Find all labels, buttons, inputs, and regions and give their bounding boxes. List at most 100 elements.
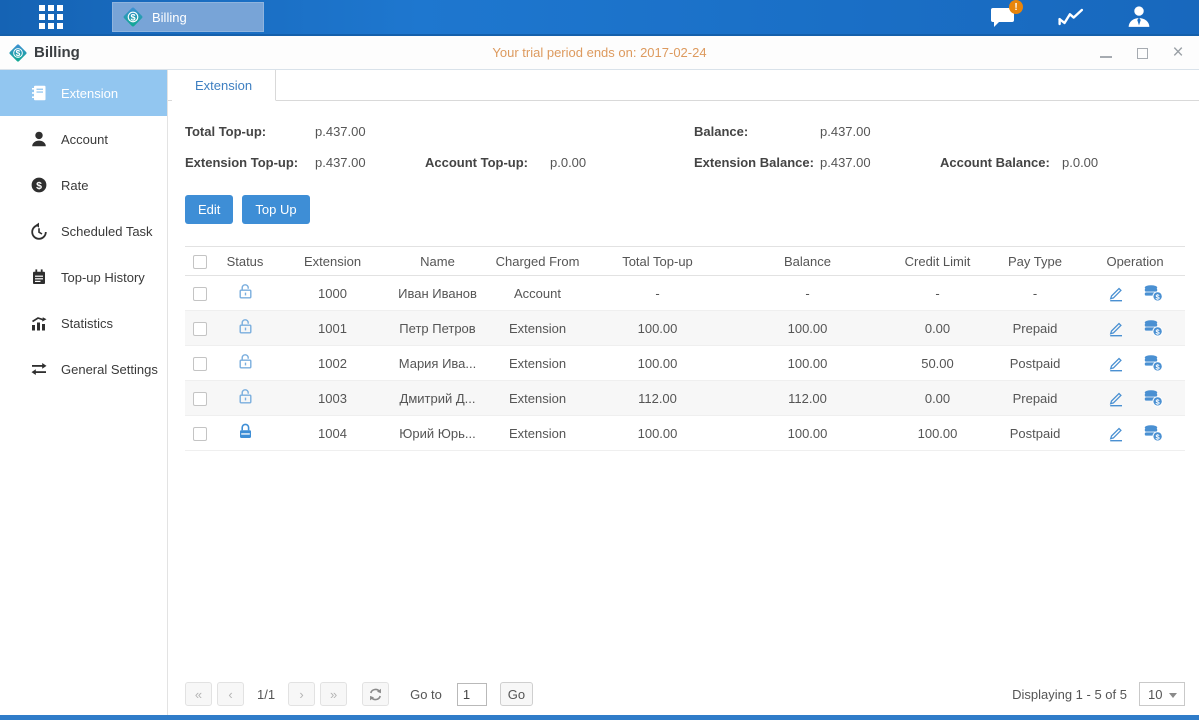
minimize-icon — [1100, 56, 1112, 58]
edit-pencil-icon[interactable] — [1107, 285, 1125, 302]
edit-pencil-icon[interactable] — [1107, 320, 1125, 337]
settings-sliders-icon — [30, 360, 48, 378]
last-page-button[interactable]: » — [320, 682, 347, 706]
next-page-button[interactable]: › — [288, 682, 315, 706]
edit-pencil-icon[interactable] — [1107, 390, 1125, 407]
sidebar-item-general-settings[interactable]: General Settings — [0, 346, 167, 392]
top-up-coins-icon[interactable]: $ — [1143, 354, 1163, 372]
taskbar-tab-billing[interactable]: $ Billing — [112, 2, 264, 32]
row-checkbox[interactable] — [193, 357, 207, 371]
cell-credit-limit: 100.00 — [890, 416, 985, 451]
top-up-coins-icon[interactable]: $ — [1143, 319, 1163, 337]
top-up-button[interactable]: Top Up — [242, 195, 309, 224]
trial-notice: Your trial period ends on: 2017-02-24 — [0, 45, 1199, 60]
sidebar-item-label: Statistics — [61, 316, 113, 331]
col-extension: Extension — [275, 247, 390, 276]
minimize-button[interactable] — [1099, 46, 1113, 60]
sidebar-item-account[interactable]: Account — [0, 116, 167, 162]
row-checkbox[interactable] — [193, 322, 207, 336]
cell-extension: 1001 — [275, 311, 390, 346]
cell-name: Иван Иванов — [390, 276, 485, 311]
sidebar-item-topup-history[interactable]: Top-up History — [0, 254, 167, 300]
lock-status-icon — [237, 318, 254, 335]
billing-app-window: $ Billing ! — [0, 0, 1199, 720]
cell-credit-limit: - — [890, 276, 985, 311]
page-size-select[interactable]: 10 — [1139, 682, 1185, 706]
taskbar-tab-label: Billing — [152, 10, 187, 25]
sidebar-item-rate[interactable]: $ Rate — [0, 162, 167, 208]
table-row: 1002 Мария Ива... Extension 100.00 100.0… — [185, 346, 1185, 381]
window-bottom-border — [0, 715, 1199, 720]
cell-pay-type: Postpaid — [985, 416, 1085, 451]
table-row: 1000 Иван Иванов Account - - - - $ — [185, 276, 1185, 311]
row-checkbox[interactable] — [193, 392, 207, 406]
total-topup-value: p.437.00 — [315, 124, 366, 139]
goto-page-input[interactable] — [457, 683, 487, 706]
chevron-down-icon — [1169, 693, 1177, 698]
window-app-title: $ Billing — [8, 43, 80, 63]
top-up-coins-icon[interactable]: $ — [1143, 389, 1163, 407]
sidebar-item-scheduled-task[interactable]: Scheduled Task — [0, 208, 167, 254]
select-all-checkbox[interactable] — [193, 255, 207, 269]
window-controls: × — [1099, 36, 1185, 70]
page-indicator: 1/1 — [257, 687, 275, 702]
edit-button[interactable]: Edit — [185, 195, 233, 224]
sidebar-item-statistics[interactable]: Statistics — [0, 300, 167, 346]
col-total-topup: Total Top-up — [590, 247, 725, 276]
billing-diamond-icon: $ — [8, 43, 28, 63]
close-icon: × — [1172, 46, 1183, 60]
maximize-button[interactable] — [1135, 46, 1149, 60]
cell-credit-limit: 0.00 — [890, 311, 985, 346]
notifications-chat-icon[interactable]: ! — [989, 4, 1017, 30]
top-up-coins-icon[interactable]: $ — [1143, 424, 1163, 442]
monitor-chart-icon[interactable] — [1057, 4, 1085, 30]
account-topup-value: p.0.00 — [550, 155, 586, 170]
top-up-coins-icon[interactable]: $ — [1143, 284, 1163, 302]
cell-charged-from: Extension — [485, 416, 590, 451]
refresh-button[interactable] — [362, 682, 389, 706]
cell-balance: 100.00 — [725, 346, 890, 381]
svg-text:$: $ — [130, 12, 135, 22]
billing-summary: Total Top-up: p.437.00 Extension Top-up:… — [185, 116, 1185, 178]
window-title: Billing — [34, 44, 80, 61]
lock-status-icon — [237, 283, 254, 300]
sidebar-item-label: Top-up History — [61, 270, 145, 285]
tab-extension[interactable]: Extension — [172, 70, 276, 101]
sidebar-item-extension[interactable]: Extension — [0, 70, 167, 116]
app-grid-icon[interactable] — [36, 3, 66, 31]
balance-value: p.437.00 — [820, 124, 871, 139]
row-checkbox[interactable] — [193, 287, 207, 301]
first-page-button[interactable]: « — [185, 682, 212, 706]
balance-label: Balance: — [694, 124, 820, 139]
dollar-circle-icon: $ — [30, 176, 48, 194]
displaying-text: Displaying 1 - 5 of 5 — [1012, 687, 1127, 702]
pagination: « ‹ 1/1 › » Go to Go — [185, 682, 533, 706]
cell-charged-from: Extension — [485, 311, 590, 346]
cell-name: Юрий Юрь... — [390, 416, 485, 451]
person-icon — [1127, 5, 1151, 29]
cell-name: Петр Петров — [390, 311, 485, 346]
sidebar: Extension Account $ Rate — [0, 70, 168, 715]
row-checkbox[interactable] — [193, 427, 207, 441]
lock-status-icon — [237, 353, 254, 370]
close-button[interactable]: × — [1171, 46, 1185, 60]
prev-page-button[interactable]: ‹ — [217, 682, 244, 706]
cell-total-topup: - — [590, 276, 725, 311]
cell-extension: 1002 — [275, 346, 390, 381]
statistics-icon — [30, 314, 48, 332]
sidebar-item-label: General Settings — [61, 362, 158, 377]
col-operation: Operation — [1085, 247, 1185, 276]
cell-pay-type: Postpaid — [985, 346, 1085, 381]
extension-balance-label: Extension Balance: — [694, 155, 820, 170]
go-button[interactable]: Go — [500, 682, 533, 706]
cell-extension: 1003 — [275, 381, 390, 416]
grid-dots-icon — [38, 4, 64, 30]
cell-charged-from: Extension — [485, 346, 590, 381]
cell-total-topup: 100.00 — [590, 416, 725, 451]
edit-pencil-icon[interactable] — [1107, 425, 1125, 442]
edit-pencil-icon[interactable] — [1107, 355, 1125, 372]
user-account-icon[interactable] — [1125, 4, 1153, 30]
sidebar-item-label: Scheduled Task — [61, 224, 153, 239]
billing-diamond-icon: $ — [122, 6, 144, 28]
topbar-status-icons: ! — [989, 0, 1153, 34]
